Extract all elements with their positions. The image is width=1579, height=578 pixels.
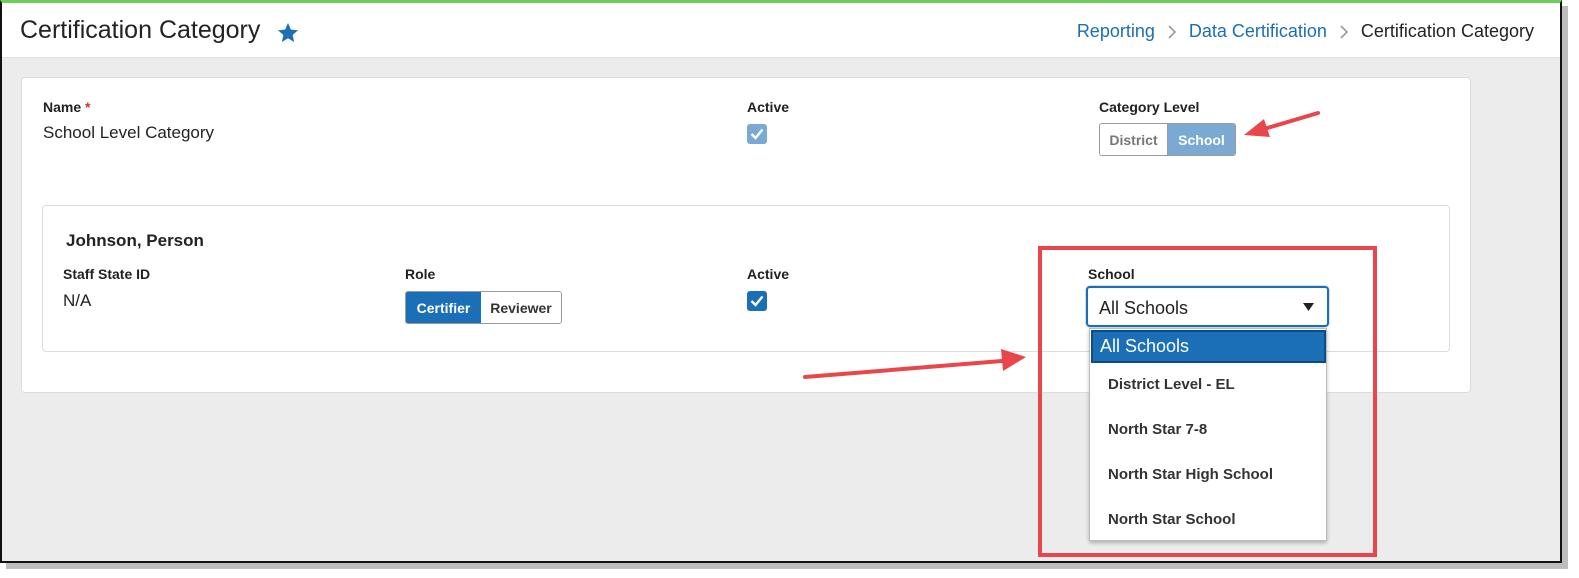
window-shadow — [1562, 6, 1568, 566]
role-reviewer-button[interactable]: Reviewer — [481, 292, 561, 323]
breadcrumb-reporting[interactable]: Reporting — [1077, 21, 1155, 42]
name-value[interactable]: School Level Category — [43, 123, 214, 143]
staff-id-label: Staff State ID — [63, 266, 151, 282]
category-active-label: Active — [747, 99, 790, 115]
chevron-right-icon — [1340, 24, 1349, 39]
staff-id-value: N/A — [63, 291, 92, 310]
role-toggle: Certifier Reviewer — [405, 291, 562, 324]
person-active-checkbox[interactable] — [747, 291, 767, 311]
person-name: Johnson, Person — [66, 231, 204, 250]
annotation-arrow-icon — [803, 349, 1026, 379]
breadcrumb: Reporting Data Certification Certificati… — [1077, 21, 1534, 42]
required-marker: * — [85, 99, 91, 115]
person-active-label: Active — [747, 266, 790, 282]
app-window: Certification Category Reporting Data Ce… — [0, 0, 1562, 563]
annotation-highlight-box — [1038, 246, 1377, 557]
page-header: Certification Category Reporting Data Ce… — [2, 3, 1560, 58]
role-certifier-button[interactable]: Certifier — [406, 292, 481, 323]
category-active-checkbox[interactable] — [747, 124, 767, 144]
checkmark-icon — [750, 295, 764, 307]
checkmark-icon — [750, 128, 764, 140]
breadcrumb-data-certification[interactable]: Data Certification — [1189, 21, 1327, 42]
chevron-right-icon — [1168, 24, 1176, 39]
category-level-label: Category Level — [1099, 99, 1200, 115]
window-shadow — [6, 563, 1568, 569]
category-level-toggle: District School — [1099, 123, 1236, 156]
level-district-button[interactable]: District — [1100, 124, 1168, 155]
role-label: Role — [405, 266, 436, 282]
favorite-star-icon[interactable] — [276, 21, 300, 45]
name-label: Name * — [43, 99, 91, 115]
level-school-button[interactable]: School — [1168, 124, 1235, 155]
page-title: Certification Category — [20, 16, 261, 44]
breadcrumb-certification-category: Certification Category — [1360, 21, 1534, 41]
